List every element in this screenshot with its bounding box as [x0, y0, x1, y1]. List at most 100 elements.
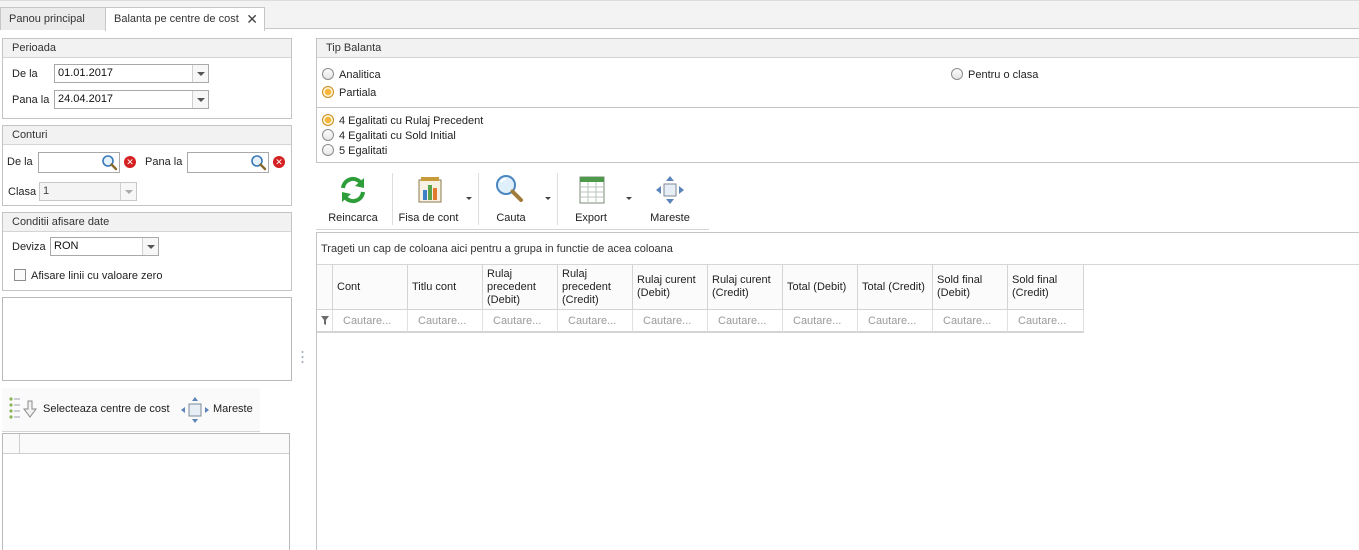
- date-to-field[interactable]: 24.04.2017: [54, 90, 209, 109]
- dropdown-arrow-icon[interactable]: [626, 197, 632, 200]
- close-icon[interactable]: ✕: [246, 8, 258, 30]
- from-label: De la: [12, 68, 38, 80]
- filter-placeholder: Cautare...: [1018, 315, 1067, 327]
- expand-label[interactable]: Mareste: [213, 403, 253, 415]
- column-header-label: Rulaj precedent (Debit): [487, 267, 536, 306]
- column-header-label: Total (Credit): [862, 280, 925, 293]
- dropdown-arrow-icon[interactable]: [466, 197, 472, 200]
- radio-5-egalitati-label[interactable]: 5 Egalitati: [339, 144, 387, 158]
- column-header-titlu-cont[interactable]: Titlu cont: [408, 265, 483, 309]
- refresh-icon: [337, 174, 369, 206]
- filter-placeholder: Cautare...: [868, 315, 917, 327]
- column-header-label: Titlu cont: [412, 280, 457, 293]
- reincarca-label: Reincarca: [328, 212, 378, 224]
- radio-egalitati-sold-label[interactable]: 4 Egalitati cu Sold Initial: [339, 129, 456, 143]
- export-button[interactable]: Export: [560, 169, 636, 229]
- perioada-group: Perioada De la 01.01.2017 Pana la 24.04.…: [2, 38, 292, 119]
- toolbar-separator: [557, 173, 558, 225]
- filter-cell[interactable]: Cautare...: [333, 310, 408, 332]
- fisa-de-cont-button[interactable]: Fisa de cont: [395, 169, 478, 229]
- reincarca-button[interactable]: Reincarca: [321, 169, 385, 229]
- toolbar-separator: [478, 173, 479, 225]
- grid-header: Cont Titlu cont Rulaj precedent (Debit) …: [317, 265, 1084, 310]
- search-icon[interactable]: [100, 153, 120, 172]
- deviza-value: RON: [54, 240, 79, 252]
- radio-analitica-label[interactable]: Analitica: [339, 68, 381, 82]
- dropdown-arrow-icon[interactable]: [545, 197, 551, 200]
- expand-icon[interactable]: [180, 396, 210, 424]
- column-header-cont[interactable]: Cont: [333, 265, 408, 309]
- clasa-value: 1: [43, 185, 50, 197]
- radio-pentru-o-clasa-label[interactable]: Pentru o clasa: [968, 68, 1038, 82]
- radio-partiala-label[interactable]: Partiala: [339, 86, 376, 100]
- column-header-label: Sold final (Debit): [937, 274, 983, 299]
- filter-cell[interactable]: Cautare...: [633, 310, 708, 332]
- radio-egalitati-sold[interactable]: [322, 129, 334, 141]
- filter-placeholder: Cautare...: [643, 315, 692, 327]
- column-header-total-credit[interactable]: Total (Credit): [858, 265, 933, 309]
- chevron-down-icon[interactable]: [192, 65, 208, 82]
- filter-cell[interactable]: Cautare...: [783, 310, 858, 332]
- radio-egalitati-rulaj[interactable]: [322, 114, 334, 126]
- clear-icon[interactable]: ✕: [124, 156, 136, 168]
- clasa-select[interactable]: 1: [39, 182, 137, 201]
- column-header-rulaj-precedent-debit[interactable]: Rulaj precedent (Debit): [483, 265, 558, 309]
- column-header-label: Rulaj curent (Debit): [637, 274, 696, 299]
- filter-cell[interactable]: Cautare...: [933, 310, 1008, 332]
- info-panel: [2, 297, 292, 381]
- filter-placeholder: Cautare...: [718, 315, 767, 327]
- select-list-icon: [8, 395, 40, 423]
- filter-icon: [317, 310, 333, 332]
- filter-placeholder: Cautare...: [493, 315, 542, 327]
- chevron-down-icon[interactable]: [192, 91, 208, 108]
- cost-centre-toolbar: Selecteaza centre de cost Mareste: [2, 388, 260, 432]
- deviza-select[interactable]: RON: [50, 237, 159, 256]
- column-header-label: Cont: [337, 280, 361, 293]
- filter-cell[interactable]: Cautare...: [708, 310, 783, 332]
- conturi-group: Conturi De la ✕ Pana la ✕ Clasa 1: [2, 125, 292, 206]
- filter-cell[interactable]: Cautare...: [483, 310, 558, 332]
- filter-cell[interactable]: Cautare...: [858, 310, 933, 332]
- cost-centre-grid[interactable]: [2, 433, 290, 550]
- divider: [317, 107, 1359, 108]
- filter-cell[interactable]: Cautare...: [1008, 310, 1084, 332]
- radio-pentru-o-clasa[interactable]: [951, 68, 963, 80]
- chevron-down-icon[interactable]: [120, 183, 136, 200]
- filter-row: Cautare... Cautare... Cautare... Cautare…: [317, 310, 1084, 333]
- select-cost-centres-button[interactable]: Selecteaza centre de cost: [43, 403, 170, 415]
- zero-lines-checkbox[interactable]: [14, 269, 26, 281]
- tab-balanta-centre-cost[interactable]: Balanta pe centre de cost ✕: [105, 7, 265, 31]
- group-panel[interactable]: Trageti un cap de coloana aici pentru a …: [317, 233, 1359, 265]
- radio-partiala[interactable]: [322, 86, 334, 98]
- column-header-total-debit[interactable]: Total (Debit): [783, 265, 858, 309]
- expand-icon: [655, 175, 685, 205]
- clasa-label: Clasa: [8, 186, 37, 198]
- column-header-sold-final-debit[interactable]: Sold final (Debit): [933, 265, 1008, 309]
- filter-placeholder: Cautare...: [418, 315, 467, 327]
- search-icon[interactable]: [249, 153, 269, 172]
- clear-icon[interactable]: ✕: [273, 156, 285, 168]
- tab-panou-principal[interactable]: Panou principal: [0, 7, 106, 30]
- filter-cell[interactable]: Cautare...: [558, 310, 633, 332]
- column-header-sold-final-credit[interactable]: Sold final (Credit): [1008, 265, 1084, 309]
- column-header-rulaj-curent-debit[interactable]: Rulaj curent (Debit): [633, 265, 708, 309]
- splitter-handle[interactable]: [301, 350, 304, 364]
- filter-cell[interactable]: Cautare...: [408, 310, 483, 332]
- select-cost-centres-label: Selecteaza centre de cost: [43, 403, 170, 415]
- filter-placeholder: Cautare...: [943, 315, 992, 327]
- radio-egalitati-rulaj-label[interactable]: 4 Egalitati cu Rulaj Precedent: [339, 114, 483, 128]
- column-header-rulaj-precedent-credit[interactable]: Rulaj precedent (Credit): [558, 265, 633, 309]
- cont-to-label: Pana la: [145, 156, 183, 168]
- chevron-down-icon[interactable]: [142, 238, 158, 255]
- filter-placeholder: Cautare...: [793, 315, 842, 327]
- radio-analitica[interactable]: [322, 68, 334, 80]
- date-from-field[interactable]: 01.01.2017: [54, 64, 209, 83]
- tab-bar: Panou principal Balanta pe centre de cos…: [0, 0, 1359, 31]
- group-panel-hint: Trageti un cap de coloana aici pentru a …: [321, 243, 673, 255]
- cauta-button[interactable]: Cauta: [481, 169, 555, 229]
- mareste-button[interactable]: Mareste: [638, 169, 702, 229]
- radio-5-egalitati[interactable]: [322, 144, 334, 156]
- column-header-rulaj-curent-credit[interactable]: Rulaj curent (Credit): [708, 265, 783, 309]
- column-header-label: Sold final (Credit): [1012, 274, 1058, 299]
- export-label: Export: [575, 212, 607, 224]
